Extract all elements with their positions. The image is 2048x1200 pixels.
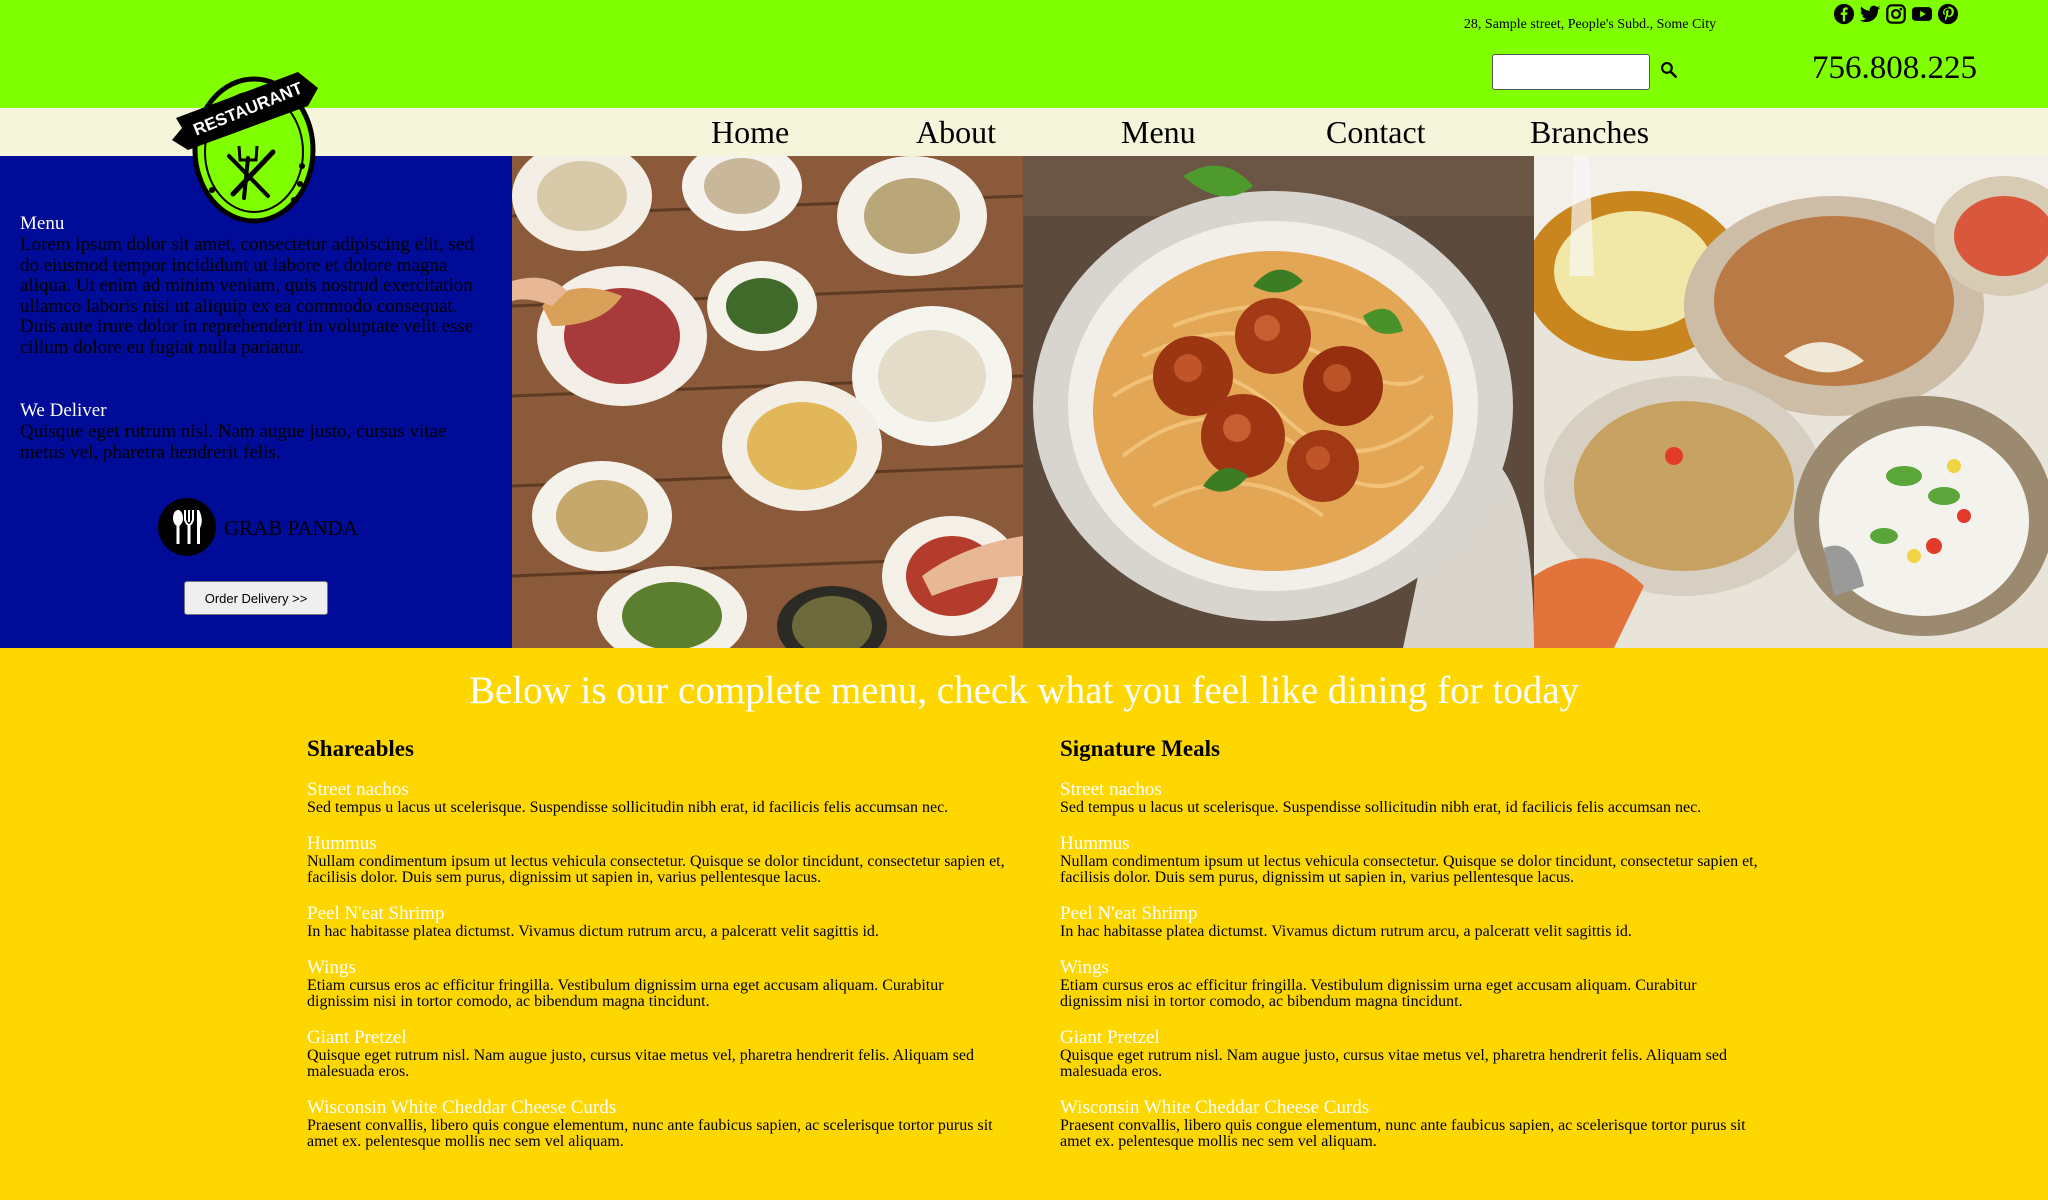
menu-item-name: Giant Pretzel [1060, 1027, 1160, 1048]
facebook-icon[interactable] [1833, 3, 1855, 25]
restaurant-logo[interactable]: RESTAURANT [170, 66, 322, 226]
menu-item: Hummus Nullam condimentum ipsum ut lectus… [307, 834, 1007, 886]
search-input[interactable] [1492, 54, 1650, 90]
menu-item: Giant Pretzel Quisque eget rutrum nisl. N… [1060, 1028, 1760, 1080]
nav-branches[interactable]: Branches [1530, 114, 1649, 151]
menu-item: Peel N'eat Shrimp In hac habitasse platea… [307, 904, 1007, 940]
pinterest-icon[interactable] [1937, 3, 1959, 25]
nav-menu[interactable]: Menu [1121, 114, 1196, 151]
menu-item: Hummus Nullam condimentum ipsum ut lectus… [1060, 834, 1760, 886]
info-panel: Menu Lorem ipsum dolor sit amet, consect… [0, 156, 512, 648]
menu-item: Street nachos Sed tempus u lacus ut scele… [307, 780, 1007, 816]
food-photo-platters [512, 156, 1023, 648]
menu-column-shareables: Shareables Street nachos Sed tempus u lac… [307, 736, 1007, 1168]
menu-item-name: Peel N'eat Shrimp [307, 903, 445, 924]
menu-item-name: Peel N'eat Shrimp [1060, 903, 1198, 924]
menu-item: Wisconsin White Cheddar Cheese Curds Prae… [1060, 1098, 1760, 1150]
instagram-icon[interactable] [1885, 3, 1907, 25]
menu-item-name: Street nachos [1060, 779, 1162, 800]
menu-item-name: Wisconsin White Cheddar Cheese Curds [307, 1097, 617, 1118]
youtube-icon[interactable] [1911, 3, 1933, 25]
menu-item-name: Hummus [1060, 833, 1130, 854]
grab-panda-label: GRAB PANDA [224, 516, 359, 540]
menu-item-desc: Sed tempus u lacus ut scelerisque. Suspe… [1060, 799, 1702, 816]
search-icon [1660, 61, 1677, 78]
search-button[interactable] [1656, 58, 1682, 84]
menu-item-desc: In hac habitasse platea dictumst. Vivamu… [1060, 923, 1632, 940]
menu-column-title: Shareables [307, 736, 414, 761]
menu-column-title: Signature Meals [1060, 736, 1220, 761]
deliver-paragraph: Quisque eget rutrum nisl. Nam augue just… [20, 421, 447, 463]
address-text: 28, Sample street, People's Subd., Some … [1463, 17, 1717, 32]
menu-item-name: Wings [307, 957, 356, 978]
menu-item-desc: Etiam cursus eros ac efficitur fringilla… [1060, 977, 1697, 1010]
menu-item-name: Wings [1060, 957, 1109, 978]
menu-item: Wings Etiam cursus eros ac efficitur frin… [307, 958, 1007, 1010]
menu-item-desc: Sed tempus u lacus ut scelerisque. Suspe… [307, 799, 949, 816]
menu-item: Wisconsin White Cheddar Cheese Curds Prae… [307, 1098, 1007, 1150]
nav-about[interactable]: About [916, 114, 996, 151]
menu-item-desc: Praesent convallis, libero quis congue e… [307, 1117, 993, 1150]
nav-home[interactable]: Home [711, 114, 789, 151]
menu-headline: Below is our complete menu, check what y… [468, 669, 1580, 712]
nav-contact[interactable]: Contact [1326, 114, 1426, 151]
menu-column-signature-meals: Signature Meals Street nachos Sed tempus … [1060, 736, 1760, 1168]
menu-paragraph: Lorem ipsum dolor sit amet, consectetur … [20, 234, 474, 358]
menu-item: Street nachos Sed tempus u lacus ut scele… [1060, 780, 1760, 816]
menu-item: Giant Pretzel Quisque eget rutrum nisl. N… [307, 1028, 1007, 1080]
menu-item: Wings Etiam cursus eros ac efficitur frin… [1060, 958, 1760, 1010]
menu-item-desc: Nullam condimentum ipsum ut lectus vehic… [1060, 853, 1758, 886]
menu-item-desc: Quisque eget rutrum nisl. Nam augue just… [1060, 1047, 1727, 1080]
menu-item-desc: Quisque eget rutrum nisl. Nam augue just… [307, 1047, 974, 1080]
deliver-heading: We Deliver [20, 400, 107, 421]
menu-item-name: Street nachos [307, 779, 409, 800]
social-links [1833, 3, 1959, 27]
menu-heading: Menu [20, 213, 65, 234]
menu-item-desc: Praesent convallis, libero quis congue e… [1060, 1117, 1746, 1150]
menu-item-desc: In hac habitasse platea dictumst. Vivamu… [307, 923, 879, 940]
grab-panda-logo[interactable] [158, 498, 216, 556]
food-photo-spaghetti [1023, 156, 1534, 648]
menu-item-desc: Etiam cursus eros ac efficitur fringilla… [307, 977, 944, 1010]
twitter-icon[interactable] [1859, 3, 1881, 25]
menu-item-desc: Nullam condimentum ipsum ut lectus vehic… [307, 853, 1005, 886]
menu-item-name: Wisconsin White Cheddar Cheese Curds [1060, 1097, 1370, 1118]
menu-item-name: Hummus [307, 833, 377, 854]
phone-number: 756.808.225 [1812, 50, 1977, 86]
menu-item: Peel N'eat Shrimp In hac habitasse platea… [1060, 904, 1760, 940]
order-delivery-button[interactable]: Order Delivery >> [184, 581, 328, 615]
food-photo-buffet [1534, 156, 2048, 648]
menu-item-name: Giant Pretzel [307, 1027, 407, 1048]
